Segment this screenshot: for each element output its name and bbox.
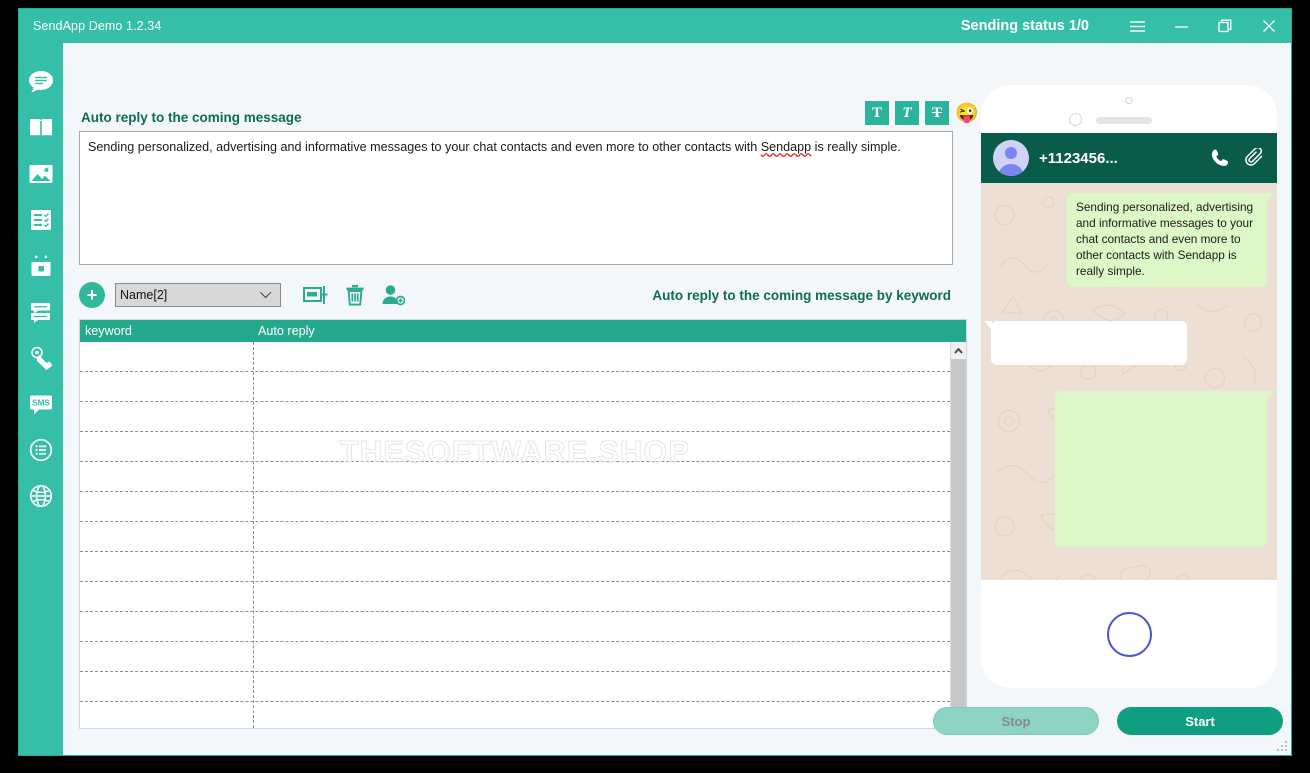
scrollbar-thumb[interactable] [951, 359, 966, 711]
profile-toolbar: + Name[2] Auto reply to the coming mes [79, 275, 953, 315]
page-title: Auto reply to the coming message [81, 110, 302, 125]
chat-header: +1123456... [981, 133, 1277, 183]
paperclip-icon[interactable] [1245, 148, 1265, 168]
table-row[interactable] [80, 402, 950, 432]
table-row[interactable] [80, 582, 950, 612]
message-textarea[interactable]: Sending personalized, advertising and in… [79, 131, 953, 265]
close-icon[interactable] [1247, 9, 1291, 43]
table-body-area: THESOFTWARE.SHOP [80, 342, 966, 728]
chat-message-list: Sending personalized, advertising and in… [981, 183, 1277, 580]
sidebar-item-autoreply[interactable] [19, 335, 63, 381]
resize-grip[interactable] [1274, 738, 1287, 751]
sidebar-item-sms[interactable]: SMS [19, 381, 63, 427]
phone-call-icon[interactable] [1211, 148, 1231, 168]
stop-button[interactable]: Stop [933, 707, 1099, 735]
format-toolbar: T T T 😜 [865, 101, 979, 125]
table-row[interactable] [80, 432, 950, 462]
table-row[interactable] [80, 492, 950, 522]
table-row[interactable] [80, 552, 950, 582]
trash-icon[interactable] [345, 284, 365, 306]
sidebar-item-lists[interactable] [19, 427, 63, 473]
app-title: SendApp Demo 1.2.34 [33, 19, 161, 33]
sms-icon: SMS [28, 393, 54, 416]
content-area: Auto reply to the coming message T T T 😜… [63, 43, 1291, 755]
home-button[interactable] [1107, 612, 1152, 657]
footer-actions: Stop Start [975, 693, 1291, 755]
app-window: SendApp Demo 1.2.34 Sending status 1/0 [18, 8, 1292, 756]
italic-button[interactable]: T [895, 101, 919, 125]
phone-top-bezel [981, 85, 1277, 133]
sending-status-label: Sending status 1/0 [961, 18, 1089, 34]
sidebar-item-chat[interactable] [19, 59, 63, 105]
chat-bubble-outgoing-empty [1055, 391, 1267, 547]
sidebar-item-scheduler[interactable] [19, 243, 63, 289]
svg-text:SMS: SMS [32, 398, 50, 407]
chat-icon [28, 70, 54, 94]
title-bar: SendApp Demo 1.2.34 Sending status 1/0 [19, 9, 1291, 43]
strikethrough-button[interactable]: T [925, 101, 949, 125]
keyword-section-title: Auto reply to the coming message by keyw… [652, 288, 953, 303]
table-grid[interactable]: THESOFTWARE.SHOP [80, 342, 950, 728]
message-text-part2: is really simple. [811, 140, 901, 154]
table-row[interactable] [80, 462, 950, 492]
speaker-grille [1096, 117, 1152, 124]
image-icon [28, 163, 54, 185]
table-header-row: keyword Auto reply [80, 320, 966, 342]
rename-icon[interactable] [303, 285, 329, 305]
add-contact-icon[interactable] [381, 284, 405, 306]
globe-icon [29, 484, 53, 508]
message-misspelled-word: Sendapp [761, 140, 811, 154]
table-row[interactable] [80, 372, 950, 402]
sidebar-item-messages[interactable] [19, 289, 63, 335]
auto-reply-pane: Auto reply to the coming message T T T 😜… [77, 43, 979, 755]
sidebar-item-web[interactable] [19, 473, 63, 519]
click-hand-icon [28, 346, 54, 370]
table-row[interactable] [80, 642, 950, 672]
avatar [993, 140, 1029, 176]
table-row[interactable] [80, 702, 950, 728]
phone-preview-pane: +1123456... [975, 43, 1291, 755]
sidebar-item-tasks[interactable] [19, 197, 63, 243]
start-button[interactable]: Start [1117, 707, 1283, 735]
messages-icon [28, 301, 54, 323]
table-row[interactable] [80, 522, 950, 552]
keyword-table: keyword Auto reply THESOFTWARE.SHOP [79, 319, 967, 729]
sidebar-item-phonebook[interactable] [19, 105, 63, 151]
checklist-icon [29, 208, 53, 232]
sensor-dot-icon [1069, 113, 1082, 126]
chat-bubble-incoming-empty [991, 321, 1187, 365]
profile-select[interactable]: Name[2] [115, 283, 281, 307]
message-text-part1: Sending personalized, advertising and in… [88, 140, 761, 154]
phone-mockup: +1123456... [981, 85, 1277, 688]
left-sidebar: SMS [19, 43, 63, 755]
sidebar-item-media[interactable] [19, 151, 63, 197]
maximize-icon[interactable] [1203, 9, 1247, 43]
title-bar-right: Sending status 1/0 [961, 9, 1291, 43]
list-circle-icon [29, 438, 53, 462]
book-icon [28, 116, 54, 140]
table-row[interactable] [80, 612, 950, 642]
bold-button[interactable]: T [865, 101, 889, 125]
window-body: SMS Auto reply to the coming message T [19, 43, 1291, 755]
minimize-icon[interactable] [1159, 9, 1203, 43]
phone-bottom-bezel [981, 580, 1277, 688]
calendar-icon [29, 254, 53, 278]
table-scrollbar[interactable] [950, 342, 966, 728]
chat-bubble-outgoing: Sending personalized, advertising and in… [1067, 193, 1267, 287]
column-header-auto-reply[interactable]: Auto reply [253, 320, 966, 342]
chevron-down-icon [260, 287, 271, 298]
hamburger-menu-icon[interactable] [1115, 9, 1159, 43]
add-profile-button[interactable]: + [79, 282, 105, 308]
scroll-up-icon[interactable] [951, 342, 966, 359]
table-row[interactable] [80, 672, 950, 702]
profile-select-value: Name[2] [120, 288, 167, 302]
table-row[interactable] [80, 342, 950, 372]
column-header-keyword[interactable]: keyword [80, 320, 253, 342]
camera-dot-icon [1126, 97, 1133, 104]
chat-contact-number: +1123456... [1039, 150, 1118, 167]
